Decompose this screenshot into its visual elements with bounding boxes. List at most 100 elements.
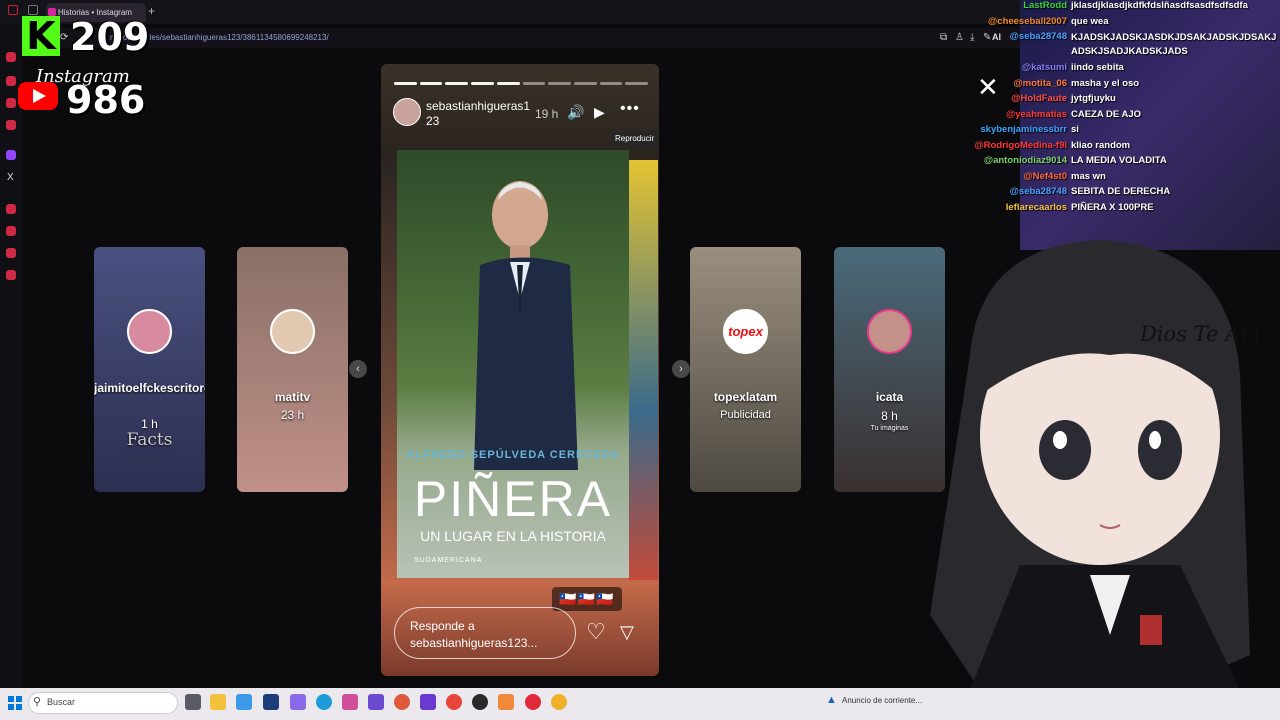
- chat-text: que wea: [1071, 15, 1109, 27]
- story-card-caption: Facts: [126, 430, 173, 450]
- firefox-icon[interactable]: [394, 694, 410, 710]
- chat-username: @katsumi: [1021, 62, 1067, 73]
- youtube-icon: [18, 82, 58, 110]
- chat-message: @antoniodiaz9014 LA MEDIA VOLADITA: [950, 155, 1280, 170]
- sidebar-settings-icon[interactable]: [6, 270, 16, 280]
- app-icon[interactable]: [236, 694, 252, 710]
- next-story-button[interactable]: ›: [672, 360, 690, 378]
- story-card-jaimito[interactable]: jaimitoelfckescritoroficial 1 h Facts: [94, 247, 205, 492]
- warning-icon: ▲: [826, 694, 837, 706]
- story-card-time: Publicidad: [720, 409, 771, 421]
- story-card-name: matitv: [274, 390, 311, 404]
- windows-icon[interactable]: [8, 696, 22, 710]
- play-icon[interactable]: ▶: [594, 104, 605, 121]
- previous-story-button[interactable]: ‹: [349, 360, 367, 378]
- chat-username: @antoniodiaz9014: [983, 155, 1067, 166]
- story-card-name: jaimitoelfckescritoroficial: [94, 381, 205, 395]
- volume-icon[interactable]: 🔊: [567, 104, 584, 121]
- reply-input[interactable]: Responde a sebastianhigueras123...: [394, 607, 576, 659]
- avatar: [270, 309, 315, 354]
- app-icon[interactable]: [342, 694, 358, 710]
- sidebar-app-2-icon[interactable]: [6, 76, 16, 86]
- chat-username: @seba28748: [1009, 186, 1067, 197]
- app-icon[interactable]: [551, 694, 567, 710]
- chat-message: @katsumi iindo sebita: [950, 62, 1280, 77]
- story-user-avatar[interactable]: [393, 98, 421, 126]
- chat-text: LA MEDIA VOLADITA: [1071, 155, 1167, 166]
- browser-logo-icon[interactable]: [8, 5, 18, 15]
- chat-message: @HoldFaute jytgfjuyku: [950, 93, 1280, 108]
- extensions-icon[interactable]: ⧉: [940, 32, 947, 43]
- chat-username: @motita_06: [1013, 77, 1067, 89]
- chat-message: @RodrigoMedina-f9l kliao random: [950, 140, 1280, 155]
- app-icon[interactable]: [290, 694, 306, 710]
- sidebar-twitch-icon[interactable]: [6, 150, 16, 160]
- app-icon[interactable]: [368, 694, 384, 710]
- progress-segment: [496, 82, 520, 85]
- stream-chat: LastRodd jklasdjklasdjkdfkfdslñasdfsasdfs…: [950, 0, 1280, 213]
- story-card-topexlatam[interactable]: topex topexlatam Publicidad: [690, 247, 801, 492]
- chat-text: jklasdjklasdjkdfkfdslñasdfsasdfsdfsdfa: [1071, 0, 1248, 11]
- chat-username: LastRodd: [1023, 0, 1067, 11]
- close-icon[interactable]: ✕: [977, 72, 999, 103]
- sidebar-app-5-icon[interactable]: [6, 204, 16, 214]
- chat-text: masha y el oso: [1071, 77, 1140, 89]
- sidebar-app-6-icon[interactable]: [6, 226, 16, 236]
- chat-username: leflarecaarlos: [1005, 201, 1067, 213]
- sidebar-app-7-icon[interactable]: [6, 248, 16, 258]
- edge-icon[interactable]: [316, 694, 332, 710]
- chrome-icon[interactable]: [446, 694, 462, 710]
- opera-icon[interactable]: [525, 694, 541, 710]
- heart-icon[interactable]: ♡: [586, 619, 606, 645]
- story-progress-bar: [394, 82, 649, 85]
- chat-username: @yeahmatias: [1005, 108, 1067, 120]
- more-icon[interactable]: •••: [620, 100, 640, 118]
- app-icon[interactable]: [472, 694, 488, 710]
- chat-message: @cheeseball2007 que wea: [950, 16, 1280, 31]
- progress-segment: [625, 82, 649, 85]
- story-card-name: topexlatam: [713, 390, 778, 404]
- progress-segment: [522, 82, 546, 85]
- sidebar-app-1-icon[interactable]: [6, 52, 16, 62]
- share-icon[interactable]: ▽: [620, 622, 634, 643]
- vtuber-avatar: [930, 240, 1250, 690]
- app-icon[interactable]: [498, 694, 514, 710]
- chat-text: PIÑERA X 100PRE: [1071, 201, 1154, 213]
- task-view-icon[interactable]: [185, 694, 201, 710]
- book-author: ALFREDO SEPÚLVEDA CERECEDA: [406, 449, 620, 461]
- background-book: [628, 160, 658, 580]
- chat-username: @seba28748: [1009, 31, 1067, 42]
- file-explorer-icon[interactable]: [210, 694, 226, 710]
- taskbar-notice[interactable]: Anuncio de corriente...: [842, 696, 922, 705]
- progress-segment: [599, 82, 623, 85]
- search-icon: ⚲: [33, 696, 42, 708]
- browser-sidebar: X: [0, 24, 22, 688]
- story-card-matitv[interactable]: matitv 23 h: [237, 247, 348, 492]
- sidebar-app-3-icon[interactable]: [6, 98, 16, 108]
- app-v-icon[interactable]: [263, 694, 279, 710]
- chat-username: @RodrigoMedina-f9l: [974, 139, 1067, 151]
- play-tooltip: Reproducir: [611, 131, 659, 146]
- avatar-headband-text: Dios Te Am: [1140, 322, 1261, 346]
- progress-segment: [573, 82, 597, 85]
- book-publisher: SUDAMERICANA: [414, 557, 483, 564]
- visual-studio-icon[interactable]: [420, 694, 436, 710]
- taskbar-search-label: Buscar: [47, 697, 76, 707]
- progress-segment: [445, 82, 469, 85]
- progress-segment: [419, 82, 443, 85]
- sidebar-x-icon[interactable]: X: [7, 172, 14, 183]
- sidebar-app-4-icon[interactable]: [6, 120, 16, 130]
- chat-username: @Nef4st0: [1023, 170, 1067, 182]
- chat-message: LastRodd jklasdjklasdjkdfkfdslñasdfsasdfs…: [950, 0, 1280, 15]
- book-title: PIÑERA: [413, 471, 613, 527]
- chile-flags-sticker: 🇨🇱🇨🇱🇨🇱: [552, 587, 622, 611]
- story-username[interactable]: sebastianhigueras123: [426, 99, 536, 129]
- chat-message: @yeahmatias CAEZA DE AJO: [950, 109, 1280, 124]
- chat-text: CAEZA DE AJO: [1071, 108, 1142, 120]
- chat-message: @motita_06 masha y el oso: [950, 78, 1280, 93]
- progress-segment: [471, 82, 494, 85]
- chat-text: kliao random: [1071, 139, 1131, 151]
- progress-segment: [548, 82, 571, 85]
- chat-message: skybenjaminessbrr si: [950, 124, 1280, 139]
- reload-icon[interactable]: ⟳: [60, 32, 68, 43]
